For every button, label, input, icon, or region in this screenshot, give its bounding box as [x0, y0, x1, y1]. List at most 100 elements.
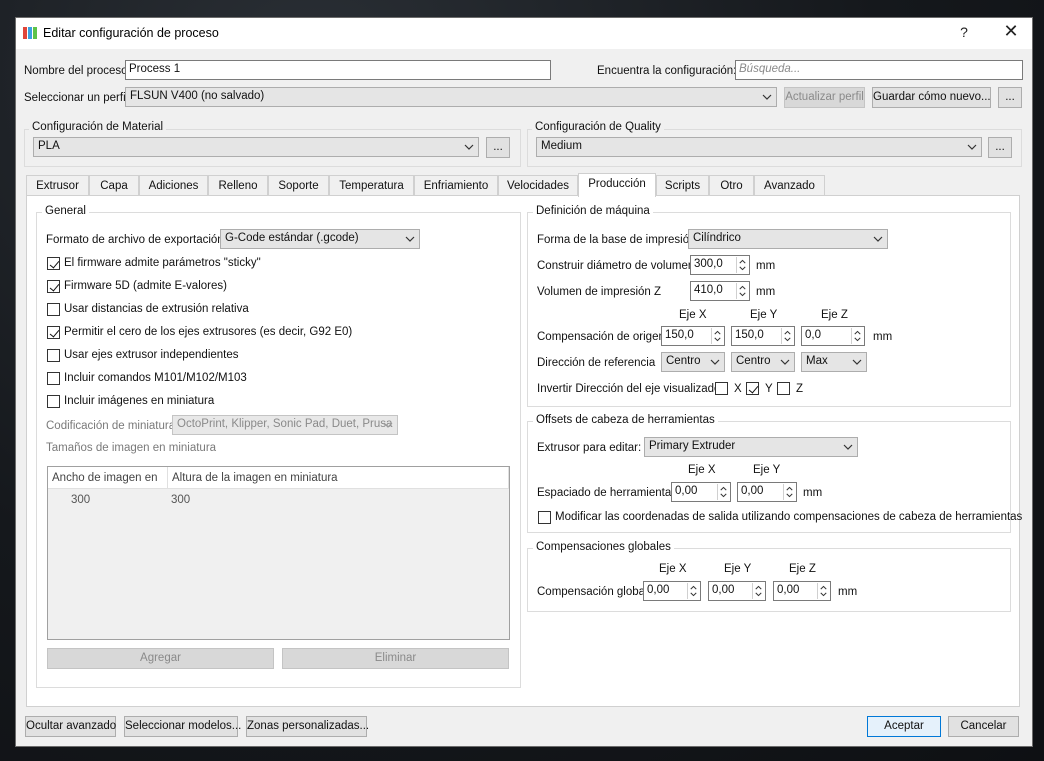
chevron-down-icon	[383, 422, 393, 428]
tab-velocidades[interactable]: Velocidades	[498, 175, 578, 196]
tab-adiciones[interactable]: Adiciones	[139, 175, 208, 196]
chevron-down-icon	[873, 236, 883, 242]
extruder-edit-label: Extrusor para editar:	[537, 442, 642, 454]
modify-coords-checkbox[interactable]	[538, 511, 551, 524]
spacing-y-value: 0,00	[741, 485, 764, 497]
tab-capa[interactable]: Capa	[89, 175, 139, 196]
table-cell-width[interactable]: 300	[71, 490, 90, 510]
process-name-input[interactable]: Process 1	[125, 60, 551, 80]
firmware-5d-checkbox[interactable]	[47, 280, 60, 293]
material-more-button[interactable]: ...	[486, 137, 510, 158]
custom-zones-button[interactable]: Zonas personalizadas...	[246, 716, 369, 737]
chevron-down-icon	[780, 359, 790, 365]
diameter-unit: mm	[756, 260, 776, 272]
production-tab-panel: General Formato de archivo de exportació…	[26, 195, 1022, 707]
global-z-spinbox[interactable]: 0,00	[773, 581, 831, 601]
bed-shape-select[interactable]: Cilíndrico	[688, 229, 888, 249]
search-input[interactable]: Búsqueda...	[735, 60, 1023, 80]
select-models-button[interactable]: Seleccionar modelos...	[124, 716, 241, 737]
firmware-5d-label: Firmware 5D (admite E-valores)	[64, 280, 227, 292]
spin-arrows-icon[interactable]	[736, 283, 748, 299]
origin-x-value: 150,0	[665, 329, 694, 341]
help-button[interactable]: ?	[949, 24, 979, 44]
thumb-sizes-table[interactable]: Ancho de imagen en Altura de la imagen e…	[47, 466, 510, 640]
ref-y-select[interactable]: Centro	[731, 352, 795, 372]
tab-temperatura[interactable]: Temperatura	[329, 175, 414, 196]
global-y-spinbox[interactable]: 0,00	[708, 581, 766, 601]
export-format-select[interactable]: G-Code estándar (.gcode)	[220, 229, 420, 249]
relative-extrusion-checkbox[interactable]	[47, 303, 60, 316]
origin-z-spinbox[interactable]: 0,0	[801, 326, 865, 346]
global-offset-label: Compensación global	[537, 586, 648, 598]
material-select[interactable]: PLA	[33, 137, 479, 157]
ref-z-value: Max	[806, 355, 828, 367]
spacing-axis-y-label: Eje Y	[753, 464, 781, 476]
toolhead-group-title: Offsets de cabeza de herramientas	[533, 414, 718, 426]
spacing-y-spinbox[interactable]: 0,00	[737, 482, 797, 502]
spin-arrows-icon[interactable]	[752, 583, 764, 599]
independent-extruder-checkbox[interactable]	[47, 349, 60, 362]
remove-thumb-button[interactable]: Eliminar	[282, 648, 509, 669]
accept-button[interactable]: Aceptar	[867, 716, 941, 737]
update-profile-button[interactable]: Actualizar perfil	[784, 87, 865, 108]
invert-y-checkbox[interactable]	[746, 382, 759, 395]
tab-soporte[interactable]: Soporte	[268, 175, 329, 196]
chevron-down-icon	[464, 144, 474, 150]
spin-arrows-icon[interactable]	[781, 328, 793, 344]
profile-select[interactable]: FLSUN V400 (no salvado)	[125, 87, 777, 107]
tab-otro[interactable]: Otro	[709, 175, 754, 196]
ref-direction-label: Dirección de referencia	[537, 357, 656, 369]
spin-arrows-icon[interactable]	[736, 257, 748, 273]
extruder-select[interactable]: Primary Extruder	[644, 437, 858, 457]
ref-x-select[interactable]: Centro	[661, 352, 725, 372]
spacing-x-value: 0,00	[675, 485, 698, 497]
origin-x-spinbox[interactable]: 150,0	[661, 326, 725, 346]
spin-arrows-icon[interactable]	[687, 583, 699, 599]
spin-arrows-icon[interactable]	[717, 484, 729, 500]
z-volume-unit: mm	[756, 286, 776, 298]
invert-x-checkbox[interactable]	[715, 382, 728, 395]
sticky-params-checkbox[interactable]	[47, 257, 60, 270]
tab-produccion[interactable]: Producción	[578, 173, 656, 197]
quality-select[interactable]: Medium	[536, 137, 982, 157]
ref-x-value: Centro	[666, 355, 701, 367]
ref-z-select[interactable]: Max	[801, 352, 867, 372]
tab-avanzado[interactable]: Avanzado	[754, 175, 825, 196]
global-axis-y-label: Eje Y	[724, 563, 752, 575]
global-unit: mm	[838, 586, 858, 598]
diameter-spinbox[interactable]: 300,0	[690, 255, 750, 275]
profile-more-button[interactable]: ...	[998, 87, 1022, 108]
spacing-x-spinbox[interactable]: 0,00	[671, 482, 731, 502]
chevron-down-icon	[967, 144, 977, 150]
chevron-down-icon	[710, 359, 720, 365]
tab-extrusor[interactable]: Extrusor	[26, 175, 89, 196]
zero-extruder-label: Permitir el cero de los ejes extrusores …	[64, 326, 353, 338]
cancel-button[interactable]: Cancelar	[948, 716, 1019, 737]
tab-enfriamiento[interactable]: Enfriamiento	[414, 175, 498, 196]
spin-arrows-icon[interactable]	[783, 484, 795, 500]
diameter-value: 300,0	[694, 258, 723, 270]
hide-advanced-button[interactable]: Ocultar avanzado	[25, 716, 116, 737]
spin-arrows-icon[interactable]	[711, 328, 723, 344]
table-cell-height[interactable]: 300	[171, 490, 190, 510]
m101-commands-label: Incluir comandos M101/M102/M103	[64, 372, 247, 384]
save-as-new-button[interactable]: Guardar cómo nuevo...	[872, 87, 991, 108]
global-x-spinbox[interactable]: 0,00	[643, 581, 701, 601]
origin-y-spinbox[interactable]: 150,0	[731, 326, 795, 346]
spin-arrows-icon[interactable]	[817, 583, 829, 599]
invert-z-checkbox[interactable]	[777, 382, 790, 395]
global-offsets-group: Compensaciones globales Eje X Eje Y Eje …	[527, 541, 1011, 612]
m101-commands-checkbox[interactable]	[47, 372, 60, 385]
zero-extruder-checkbox[interactable]	[47, 326, 60, 339]
thumbnails-checkbox[interactable]	[47, 395, 60, 408]
tab-scripts[interactable]: Scripts	[656, 175, 709, 196]
relative-extrusion-label: Usar distancias de extrusión relativa	[64, 303, 249, 315]
spin-arrows-icon[interactable]	[851, 328, 863, 344]
z-volume-spinbox[interactable]: 410,0	[690, 281, 750, 301]
thumb-encoding-select[interactable]: OctoPrint, Klipper, Sonic Pad, Duet, Pru…	[172, 415, 398, 435]
tab-relleno[interactable]: Relleno	[208, 175, 268, 196]
close-icon[interactable]: ✕	[994, 21, 1028, 45]
quality-more-button[interactable]: ...	[988, 137, 1012, 158]
quality-select-value: Medium	[541, 140, 582, 152]
add-thumb-button[interactable]: Agregar	[47, 648, 274, 669]
